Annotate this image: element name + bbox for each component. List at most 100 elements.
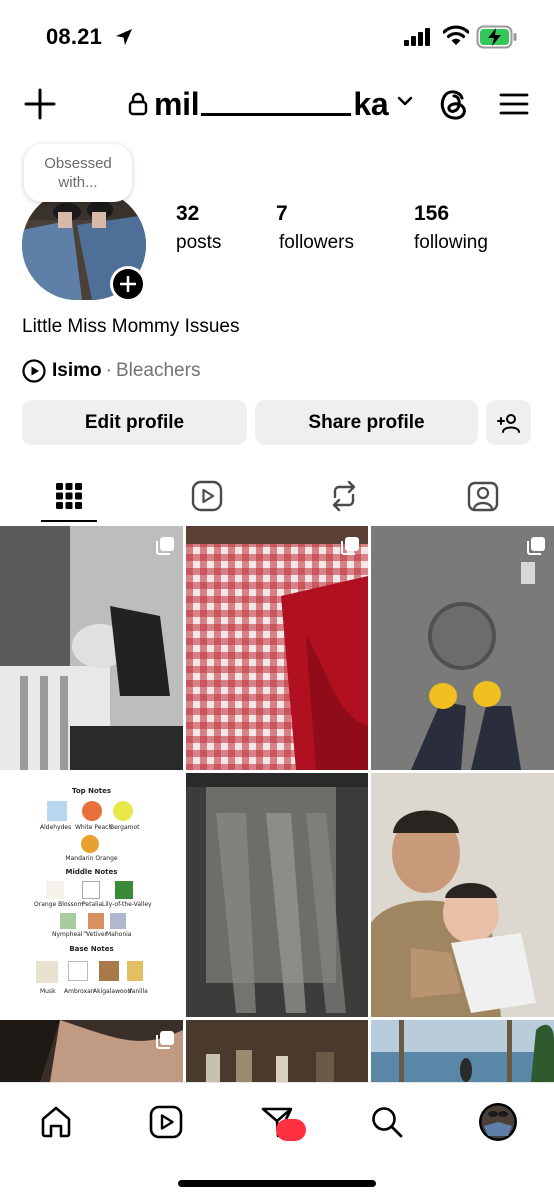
- note-label: Musk: [40, 988, 56, 995]
- note-label: Nympheal™: [52, 931, 89, 938]
- multiple-photos-icon: [156, 537, 174, 555]
- repost-icon: [332, 480, 356, 512]
- note-swatch: [127, 961, 143, 981]
- note-label: Ambroxan: [64, 988, 95, 995]
- music-separator: ·: [105, 360, 112, 381]
- followers-count: 7: [276, 202, 288, 225]
- post-photo: [186, 1020, 368, 1082]
- note-label: Mahonia: [106, 931, 132, 938]
- post-tile[interactable]: [186, 526, 368, 770]
- threads-icon: [440, 90, 466, 120]
- tab-reposts[interactable]: [304, 470, 384, 522]
- note-label: Mandarin Orange: [65, 855, 118, 862]
- note-swatch: [88, 913, 104, 929]
- note-label: Aldehydes: [40, 824, 72, 831]
- note-swatch: [115, 881, 133, 899]
- post-photo: [0, 526, 183, 770]
- status-bar: 08.21: [0, 0, 554, 72]
- nav-search[interactable]: [362, 1097, 412, 1147]
- profile-tabs: [0, 470, 554, 522]
- wifi-icon: [443, 25, 469, 45]
- post-photo: [186, 526, 368, 770]
- perfume-notes-card: Top Notes Aldehydes White Peach Bergamot…: [0, 773, 183, 1017]
- following-label: following: [414, 232, 488, 253]
- profile-note[interactable]: Obsessed with...: [24, 144, 132, 202]
- profile-music[interactable]: Isimo · Bleachers: [22, 358, 200, 384]
- stat-followers[interactable]: 7 followers: [276, 202, 354, 254]
- post-tile[interactable]: [186, 773, 368, 1017]
- discover-people-button[interactable]: [486, 400, 531, 445]
- note-label: Petalia: [82, 901, 103, 908]
- posts-label: posts: [176, 232, 222, 253]
- note-swatch: [46, 881, 64, 899]
- base-notes-title: Base Notes: [69, 945, 114, 953]
- note-swatch: [110, 913, 126, 929]
- threads-button[interactable]: [434, 84, 474, 124]
- post-tile[interactable]: [371, 526, 554, 770]
- battery-charging-icon: [476, 25, 517, 49]
- post-tile[interactable]: [371, 773, 554, 1017]
- notification-dot: [276, 1119, 306, 1141]
- stat-following[interactable]: 156 following: [414, 202, 488, 254]
- search-icon: [372, 1107, 403, 1138]
- cellular-signal-icon: [404, 28, 430, 46]
- plus-icon: [120, 276, 136, 292]
- username-redaction: [201, 112, 352, 116]
- grid-icon: [56, 483, 82, 509]
- create-button[interactable]: [22, 86, 58, 122]
- note-label: Akigalawood: [93, 988, 132, 995]
- post-tile[interactable]: Top Notes Aldehydes White Peach Bergamot…: [0, 773, 183, 1017]
- tab-reels[interactable]: [167, 470, 247, 522]
- edit-profile-button[interactable]: Edit profile: [22, 400, 247, 445]
- note-label: Lily-of-the-Valley: [102, 901, 152, 908]
- lock-icon: [128, 92, 148, 116]
- note-swatch: [82, 801, 102, 821]
- music-artist: Bleachers: [115, 360, 201, 381]
- nav-profile[interactable]: [473, 1097, 523, 1147]
- status-time: 08.21: [46, 24, 103, 49]
- post-tile[interactable]: [0, 526, 183, 770]
- note-swatch: [82, 881, 100, 899]
- menu-button[interactable]: [496, 86, 532, 122]
- profile-bio: Little Miss Mommy Issues: [22, 316, 240, 337]
- home-icon: [41, 1106, 71, 1138]
- post-tile[interactable]: [371, 1020, 554, 1082]
- tab-grid[interactable]: [29, 470, 109, 522]
- location-arrow-icon: [116, 29, 132, 45]
- followers-label: followers: [279, 232, 354, 253]
- profile-header: mil ka: [0, 80, 554, 128]
- share-profile-button[interactable]: Share profile: [255, 400, 478, 445]
- profile-avatar: [479, 1103, 517, 1141]
- music-song: Isimo: [52, 360, 102, 381]
- account-switcher[interactable]: mil ka: [128, 82, 414, 126]
- nav-reels[interactable]: [141, 1097, 191, 1147]
- multiple-photos-icon: [156, 1031, 174, 1049]
- note-swatch: [99, 961, 119, 981]
- post-tile[interactable]: [0, 1020, 183, 1082]
- nav-messages[interactable]: [252, 1097, 306, 1147]
- play-circle-icon: [22, 359, 46, 383]
- note-swatch: [68, 961, 88, 981]
- tab-tagged[interactable]: [443, 470, 523, 522]
- home-indicator: [178, 1180, 376, 1187]
- post-photo: [371, 526, 554, 770]
- add-story-button[interactable]: [110, 266, 146, 302]
- following-count: 156: [414, 202, 450, 225]
- note-swatch: [81, 835, 99, 853]
- menu-icon: [499, 93, 529, 115]
- reels-icon: [191, 480, 223, 512]
- note-swatch: [60, 913, 76, 929]
- add-person-icon: [496, 413, 520, 433]
- active-tab-indicator: [41, 520, 97, 522]
- note-label: Vanilla: [128, 988, 148, 995]
- post-photo: [186, 773, 368, 1017]
- stat-posts[interactable]: 32 posts: [176, 202, 221, 254]
- top-notes-title: Top Notes: [71, 787, 112, 795]
- plus-icon: [24, 88, 56, 120]
- username-prefix: mil: [154, 85, 200, 122]
- nav-home[interactable]: [31, 1097, 81, 1147]
- post-tile[interactable]: [186, 1020, 368, 1082]
- note-label: Bergamot: [110, 824, 140, 831]
- note-label: White Peach: [75, 824, 113, 831]
- multiple-photos-icon: [527, 537, 545, 555]
